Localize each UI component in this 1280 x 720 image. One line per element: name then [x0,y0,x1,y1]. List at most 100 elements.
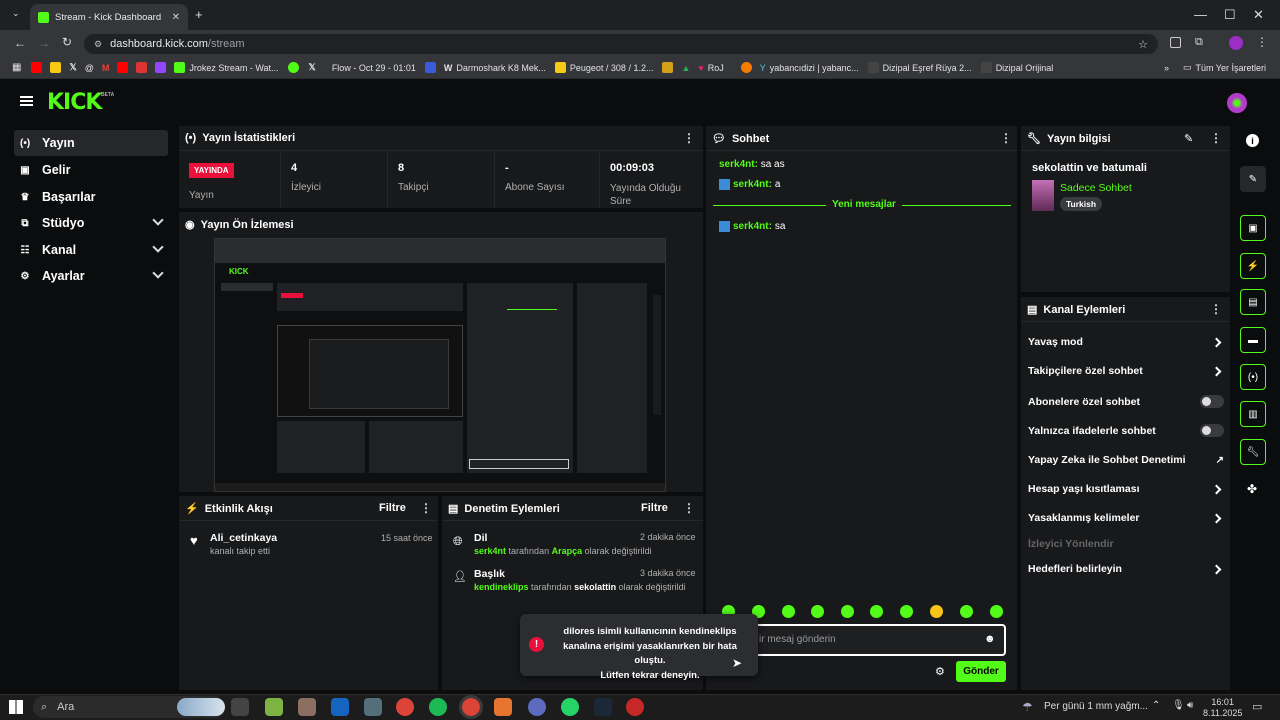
add-widget-icon[interactable]: ✤ [1247,482,1257,496]
screen-icon[interactable]: ▣ [1240,215,1266,241]
bookmark-square-icon[interactable] [424,62,436,73]
x-bookmark-icon-2[interactable]: 𝕏 [309,62,316,73]
bookmark-darmoshark[interactable]: W Darmoshark K8 Mek... [444,63,546,73]
emote-icon[interactable] [782,605,795,618]
chat-bubble-icon[interactable]: ▬ [1240,327,1266,353]
bookmark-dizipal-orijinal[interactable]: Dizipal Orijinal [980,62,1053,73]
emote-icon[interactable] [930,605,943,618]
taskbar-app-icon[interactable] [298,698,316,716]
forward-icon[interactable]: → [38,36,50,50]
profile-avatar[interactable] [1229,36,1243,50]
youtube-bookmark-icon-2[interactable] [117,62,129,73]
account-age-item[interactable]: Hesap yaşı kısıtlaması [1028,483,1224,495]
kick-logo[interactable]: KICK [47,90,102,115]
x-bookmark-icon[interactable]: 𝕏 [69,62,76,73]
emotes-only-toggle[interactable] [1200,424,1224,437]
bookmark-shield-icon[interactable] [662,62,674,73]
window-close-icon[interactable]: ✕ [1253,7,1264,23]
moderation-filter-button[interactable]: Filtre [641,502,668,514]
wrench-icon[interactable]: 🔧︎ [1240,439,1266,465]
stream-preview-video[interactable]: KICK [214,238,666,492]
document-icon[interactable]: ▤ [1240,289,1266,315]
emote-icon[interactable] [960,605,973,618]
info-icon[interactable]: i [1246,134,1259,147]
sidebar-item-kanal[interactable]: ☷ Kanal [14,237,168,263]
taskbar-search[interactable]: ⌕ Ara [33,696,225,718]
bookmarks-overflow-icon[interactable]: » [1164,63,1169,73]
bookmark-roj[interactable]: ♥ RoJ [698,63,723,73]
taskbar-app-icon[interactable] [626,698,644,716]
category-thumbnail[interactable] [1032,180,1054,211]
task-view-icon[interactable] [231,698,249,716]
puzzle-icon[interactable]: ⧉ [1195,36,1203,49]
spotify-icon[interactable] [429,698,447,716]
threads-bookmark-icon[interactable]: @ [85,63,94,73]
lightning-icon[interactable]: ⚡ [1240,253,1266,279]
bookmark-icon[interactable] [50,62,62,73]
chat-message[interactable]: serk4nt: sa as [719,159,785,170]
emote-icon[interactable] [900,605,913,618]
broadcast-icon[interactable]: (•) [1240,364,1266,390]
sidebar-item-ayarlar[interactable]: ⚙ Ayarlar [14,263,168,289]
emote-icon[interactable] [870,605,883,618]
extension-icon[interactable] [1170,37,1181,48]
whatsapp-icon[interactable] [561,698,579,716]
edit-pencil-icon[interactable]: ✎ [1240,166,1266,192]
twitch-bookmark-icon[interactable] [155,62,167,73]
steam-icon[interactable] [594,698,612,716]
stats-menu-icon[interactable]: ⋮ [683,131,695,145]
speaker-icon[interactable]: 🔊︎ [1187,700,1193,711]
microphone-icon[interactable]: 🎙︎ [1172,700,1185,711]
taskbar-app-icon[interactable] [528,698,546,716]
chrome-active-icon[interactable] [459,695,483,719]
emoji-picker-icon[interactable]: ☻ [984,633,996,645]
sidebar-item-basarilar[interactable]: ♛ Başarılar [14,184,168,210]
sidebar-item-yayin[interactable]: (•) Yayın [14,130,168,156]
channel-actions-menu-icon[interactable]: ⋮ [1210,302,1222,316]
activity-user[interactable]: Ali_cetinkaya [210,532,277,544]
bookmark-jrokez[interactable]: Jrokez Stream - Wat... [174,62,279,73]
bookmark-flow[interactable]: Flow - Oct 29 - 01:01 [332,63,416,73]
bookmark-dizipal-esref[interactable]: Dizipal Eşref Rüya 2... [867,62,972,73]
slow-mode-item[interactable]: Yavaş mod [1028,336,1224,348]
stats-bookmark-icon[interactable] [136,62,148,73]
ai-moderation-item[interactable]: Yapay Zeka ile Sohbet Denetimi ↗ [1028,454,1224,466]
tab-list-icon[interactable]: ⌄ [12,8,20,19]
sidebar-item-gelir[interactable]: ▣ Gelir [14,157,168,183]
activity-menu-icon[interactable]: ⋮ [420,501,432,515]
chat-message[interactable]: serk4nt: sa [719,221,785,232]
url-bar[interactable]: ⚙ dashboard.kick.com/stream ☆ [84,34,1158,54]
stream-info-menu-icon[interactable]: ⋮ [1210,131,1222,145]
taskbar-app-icon[interactable] [331,698,349,716]
edit-pencil-icon[interactable]: ✎ [1184,132,1193,145]
reload-icon[interactable]: ↻ [62,35,72,49]
maximize-icon[interactable]: ☐ [1224,7,1236,23]
user-avatar[interactable] [1227,93,1247,113]
emote-icon[interactable] [990,605,1003,618]
sidebar-item-studyo[interactable]: ⧉ Stüdyo [14,210,168,236]
chrome-icon[interactable] [396,698,414,716]
bookmark-orange-icon[interactable] [740,62,752,73]
banned-words-item[interactable]: Yasaklanmış kelimeler [1028,512,1224,524]
tray-overflow-icon[interactable]: ⌃ [1152,700,1160,711]
taskbar-app-icon[interactable] [265,698,283,716]
apps-grid-icon[interactable]: ▦ [12,62,21,73]
send-button[interactable]: Gönder [956,661,1006,682]
chat-settings-icon[interactable]: ⚙ [935,665,945,678]
browser-tab[interactable]: Stream - Kick Dashboard ✕ [30,4,188,30]
windows-start-icon[interactable] [9,700,23,714]
category-link[interactable]: Sadece Sohbet [1060,182,1132,194]
drive-bookmark-icon[interactable]: ▲ [681,63,690,73]
followers-only-item[interactable]: Takipçilere özel sohbet [1028,365,1224,377]
bookmark-star-icon[interactable]: ☆ [1138,38,1148,51]
bookmark-peugeot[interactable]: Peugeot / 308 / 1.2... [554,62,653,73]
browser-menu-icon[interactable]: ⋮ [1256,35,1268,49]
bookmark-circle-icon[interactable] [287,62,299,73]
weather-text[interactable]: Per günü 1 mm yağm... [1044,701,1148,712]
emote-icon[interactable] [811,605,824,618]
chat-menu-icon[interactable]: ⋮ [1000,131,1012,145]
layout-icon[interactable]: ▥ [1240,401,1266,427]
subscribers-only-toggle[interactable] [1200,395,1224,408]
youtube-bookmark-icon[interactable] [31,62,43,73]
emote-icon[interactable] [841,605,854,618]
